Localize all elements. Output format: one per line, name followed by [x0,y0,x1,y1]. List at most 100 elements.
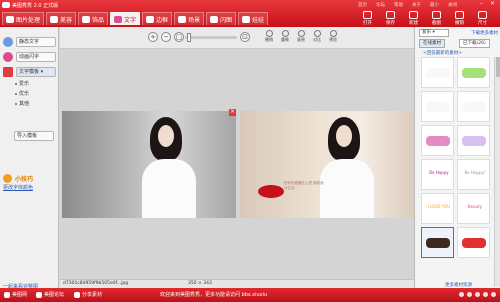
photo-text-overlay[interactable]: 把你的爱藏在心里 微笑面对生活 [284,181,324,191]
undo-icon [455,11,464,19]
tab-online-materials[interactable]: 在线素材 [419,39,445,48]
screenshot-button[interactable]: 截图 [427,11,446,26]
doll-icon [242,15,251,23]
home-icon [4,291,10,298]
zoom-in-button[interactable]: + [148,32,158,42]
sticker-cell[interactable]: Beauty [457,193,490,224]
sticker-scrollbar[interactable] [494,57,500,287]
sticker-cell[interactable] [457,91,490,122]
new-button[interactable]: 新建 [404,11,423,26]
tab-flash[interactable]: 闪图 [206,12,237,25]
sticker-cell[interactable] [457,125,490,156]
open-button[interactable]: 打开 [358,11,377,26]
resize-button[interactable]: 尺寸 [473,11,492,26]
sticker-cell-selected[interactable] [421,227,454,258]
bullet-icon [15,103,17,105]
animated-text-button[interactable]: 动画闪字 [16,52,56,62]
download-more-link[interactable]: 下载更多素材 [471,30,498,36]
scrollbar-thumb[interactable] [496,57,500,77]
edited-photo[interactable]: 把你的爱藏在心里 微笑面对生活 [240,111,414,218]
forum-link[interactable]: 美图论坛 [36,291,64,298]
sticker-cell[interactable] [421,91,454,122]
meitu-site-link[interactable]: 美图网 [4,291,27,298]
sticker-swatch [462,68,486,78]
close-photo-icon[interactable]: × [229,109,236,116]
zoom-out-button[interactable]: − [161,32,171,42]
close-icon[interactable]: × [488,1,497,7]
sticker-swatch [426,68,450,78]
actual-size-button[interactable]: ⊡ [240,32,250,42]
tab-frame[interactable]: 边框 [142,12,173,25]
preview-button[interactable]: 预览 [327,30,339,43]
fit-button[interactable]: □ [174,32,184,42]
tip-title: 小技巧 [15,176,34,183]
sticker-cell[interactable] [421,125,454,156]
header-link-forum[interactable]: 论坛 [376,2,385,8]
tab-ornament[interactable]: 饰品 [78,12,109,25]
tab-scene[interactable]: 场景 [174,12,205,25]
zoom-slider-thumb[interactable] [187,33,191,42]
settings-button[interactable]: 设置 [496,11,500,26]
tray-icon[interactable] [483,292,488,297]
sticker-cell[interactable] [421,57,454,88]
static-text-icon [3,37,13,47]
tray-icon[interactable] [459,292,464,297]
compare-button[interactable]: 对比 [311,30,323,43]
tab-beauty[interactable]: 美容 [46,12,77,25]
lips-sticker[interactable] [258,185,284,198]
redo-button[interactable]: 重做 [279,30,291,43]
sub-item-aile[interactable]: 爱乐 [19,80,29,87]
tab-image[interactable]: 图片处理 [2,12,45,25]
header-link-about[interactable]: 关于 [412,2,421,8]
forum-icon [36,291,42,298]
tab-doll[interactable]: 娃娃 [238,12,269,25]
tray-icon[interactable] [491,292,496,297]
figure-body [320,159,374,218]
figure-face [336,125,352,147]
tab-downloaded[interactable]: 已下载(26) [459,39,490,48]
scene-icon [178,15,187,23]
static-text-button[interactable]: 静态文字 [16,37,56,47]
chevron-down-icon: ▾ [432,30,435,35]
header-links: 首页 论坛 帮助 关于 最小 关闭 [358,2,457,8]
sticker-swatch [462,102,486,112]
sticker-cell[interactable] [457,227,490,258]
text-icon [114,15,123,23]
sticker-cell[interactable]: I LOVE YOU [421,193,454,224]
tip-link[interactable]: 更改字体颜色 [3,184,33,191]
canvas-area[interactable]: × 把你的爱藏在心里 微笑面对生活 [60,49,414,288]
minimize-icon[interactable]: – [477,1,486,7]
header-link-close[interactable]: 关闭 [448,2,457,8]
sub-item-youle[interactable]: 优乐 [19,90,29,97]
save-icon [386,11,395,19]
category-select[interactable]: 爱乐 ▾ [419,29,449,37]
share-icon [74,291,80,298]
sticker-swatch [426,238,450,248]
header-link-home[interactable]: 首页 [358,2,367,8]
latest-materials-hint[interactable]: <回答最新的素材> [423,50,462,56]
sticker-cell[interactable] [457,57,490,88]
original-photo[interactable] [62,111,236,218]
undo-button[interactable]: 撤销 [450,11,469,26]
tray-icon[interactable] [467,292,472,297]
tab-text[interactable]: 文字 [110,12,141,25]
undo-edit-button[interactable]: 撤销 [263,30,275,43]
zoom-slider[interactable] [185,33,237,42]
header-link-minimize[interactable]: 最小 [430,2,439,8]
status-bar: d7301c8d959f9b505e0f...jpg 350 × 343 [60,279,414,288]
restore-button[interactable]: 复原 [295,30,307,43]
template-select[interactable]: 文字模板 ▾ [16,67,56,77]
header-link-help[interactable]: 帮助 [394,2,403,8]
sticker-cell[interactable]: Be Happy [421,159,454,190]
tray-icon[interactable] [475,292,480,297]
chevron-down-icon: ▾ [40,69,44,75]
sticker-cell[interactable]: Be Happy! [457,159,490,190]
share-materials-link[interactable]: 分享素材 [74,291,102,298]
import-template-button[interactable]: 导入模板 [14,131,54,141]
heart-icon [82,15,91,23]
sub-item-other[interactable]: 其他 [19,100,29,107]
new-icon [409,11,418,19]
save-button[interactable]: 保存 [381,11,400,26]
sticker-swatch [462,238,486,248]
sticker-swatch [426,136,450,146]
